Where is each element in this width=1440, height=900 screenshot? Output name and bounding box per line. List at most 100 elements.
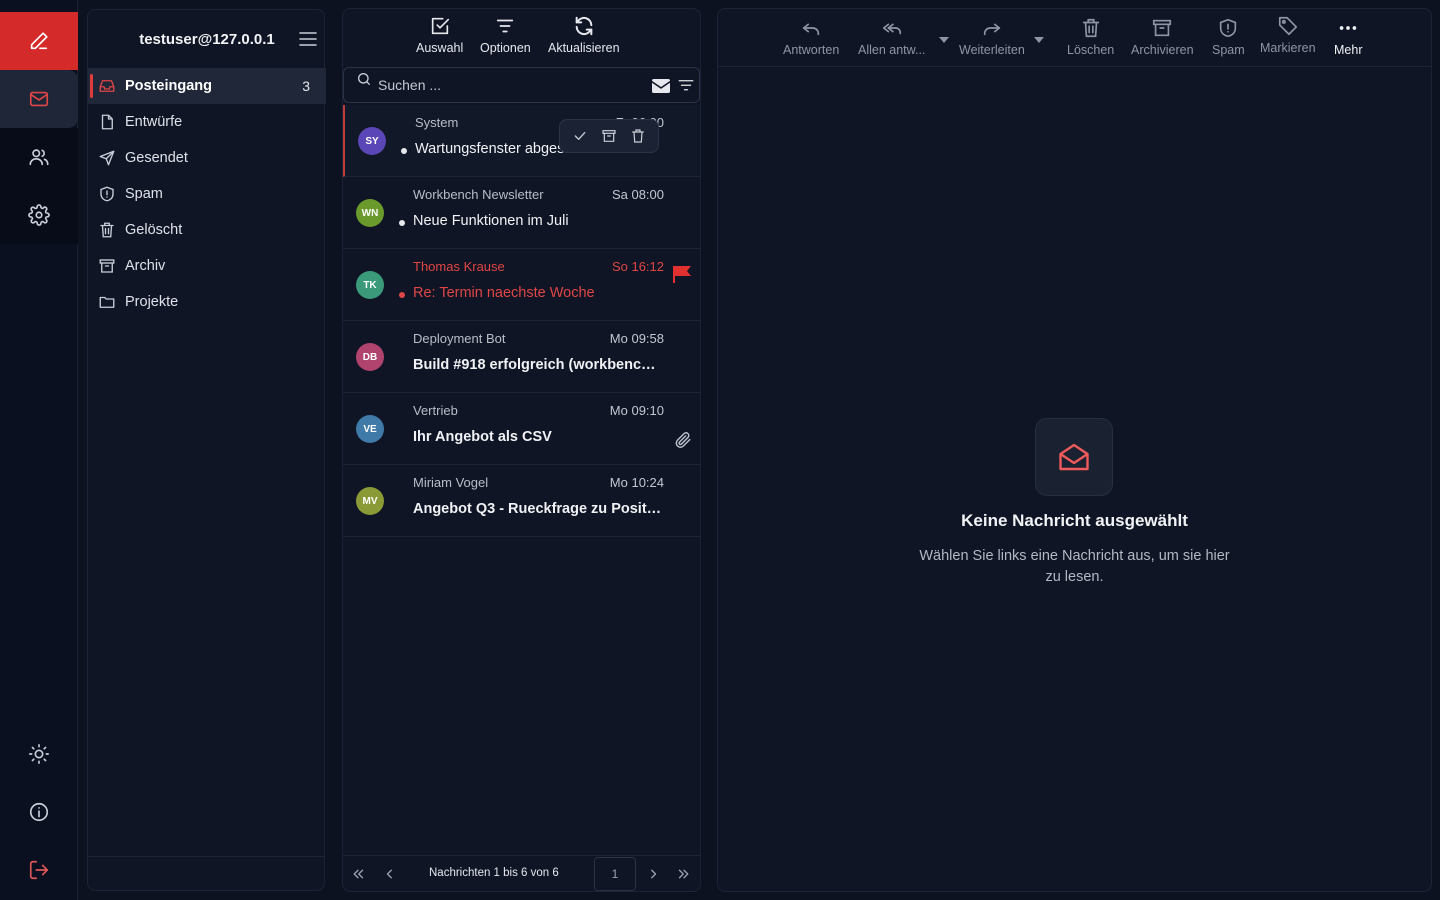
- empty-state-text: Wählen Sie links eine Nachricht aus, um …: [919, 548, 1230, 585]
- message-subject: Angebot Q3 - Rueckfrage zu Positionen: [413, 501, 663, 517]
- trash-icon[interactable]: [630, 128, 646, 144]
- message-sender: System: [415, 115, 459, 130]
- logout-button[interactable]: [0, 841, 78, 899]
- message-subject: Ihr Angebot als CSV: [413, 429, 552, 445]
- unread-count: 3: [302, 78, 310, 94]
- message-row[interactable]: VE Vertrieb Mo 09:10 Ihr Angebot als CSV: [343, 393, 700, 465]
- checkbox-icon: [431, 17, 449, 35]
- next-page-icon[interactable]: [645, 865, 663, 883]
- paperclip-icon: [675, 432, 691, 448]
- mail-nav-button[interactable]: [0, 70, 78, 128]
- folder-drafts[interactable]: Entwürfe: [88, 104, 326, 140]
- message-subject: Neue Funktionen im Juli: [413, 213, 569, 229]
- folder-label: Entwürfe: [125, 114, 183, 130]
- folder-spam[interactable]: Spam: [88, 176, 326, 212]
- forward-button[interactable]: Weiterleiten: [959, 17, 1025, 65]
- flag-icon[interactable]: [672, 265, 692, 283]
- folder-icon: [99, 296, 115, 308]
- row-quick-actions: [559, 119, 659, 153]
- search-input[interactable]: Suchen ...: [378, 77, 441, 93]
- archive-icon: [99, 259, 115, 273]
- avatar: VE: [356, 415, 384, 443]
- search-box[interactable]: Suchen ...: [343, 67, 700, 103]
- chevron-down-icon[interactable]: [1034, 37, 1044, 43]
- message-date: Mo 09:10: [609, 403, 664, 418]
- more-button[interactable]: Mehr: [1334, 17, 1362, 65]
- settings-nav-button[interactable]: [0, 186, 78, 244]
- archive-button[interactable]: Archivieren: [1131, 17, 1194, 65]
- filter-icon[interactable]: [677, 77, 695, 95]
- delete-button[interactable]: Löschen: [1067, 17, 1114, 65]
- contacts-nav-button[interactable]: [0, 128, 78, 186]
- folder-label: Gelöscht: [125, 222, 183, 238]
- page-number[interactable]: 1: [594, 857, 636, 891]
- folder-label: Gesendet: [125, 150, 188, 166]
- folder-label: Posteingang: [125, 78, 213, 94]
- folder-projects[interactable]: Projekte: [88, 284, 326, 320]
- reply-all-button[interactable]: Allen antw...: [858, 17, 925, 65]
- message-row[interactable]: TK Thomas Krause So 16:12 Re: Termin nae…: [343, 249, 700, 321]
- reading-pane: Antworten Allen antw... Weiterleiten Lös…: [717, 8, 1432, 892]
- message-row[interactable]: MV Miriam Vogel Mo 10:24 Angebot Q3 - Ru…: [343, 465, 700, 537]
- check-icon[interactable]: [572, 128, 588, 144]
- trash-icon: [1082, 18, 1099, 38]
- folder-label: Spam: [125, 186, 163, 202]
- menu-icon[interactable]: [298, 30, 318, 48]
- message-row[interactable]: DB Deployment Bot Mo 09:58 Build #918 er…: [343, 321, 700, 393]
- archive-icon[interactable]: [601, 128, 617, 144]
- prev-page-icon[interactable]: [380, 865, 398, 883]
- folder-label: Archiv: [125, 258, 166, 274]
- logout-icon: [29, 860, 49, 880]
- message-sender: Thomas Krause: [413, 259, 505, 274]
- envelope-icon[interactable]: [651, 78, 671, 94]
- spam-button[interactable]: Spam: [1212, 17, 1245, 65]
- refresh-icon: [575, 16, 593, 36]
- envelope-open-icon: [1035, 418, 1113, 496]
- info-icon: [29, 802, 49, 822]
- forward-icon: [983, 23, 1001, 36]
- message-subject: Re: Termin naechste Woche: [413, 285, 595, 301]
- unread-dot: [399, 220, 405, 226]
- shield-icon: [100, 186, 114, 202]
- reply-button[interactable]: Antworten: [783, 17, 839, 65]
- mail-app: testuser@127.0.0.1 Posteingang 3 Entwürf…: [0, 0, 1440, 900]
- compose-button[interactable]: [0, 12, 78, 70]
- theme-toggle-button[interactable]: [0, 725, 78, 783]
- unread-dot: [399, 292, 405, 298]
- message-date: Mo 09:58: [609, 331, 664, 346]
- info-button[interactable]: [0, 783, 78, 841]
- nav-rail: [0, 0, 78, 900]
- message-sender: Deployment Bot: [413, 331, 506, 346]
- refresh-button[interactable]: Aktualisieren: [548, 15, 620, 63]
- sun-icon: [29, 744, 49, 764]
- reply-icon: [802, 23, 820, 36]
- avatar: SY: [358, 127, 386, 155]
- trash-icon: [100, 222, 114, 238]
- avatar: TK: [356, 271, 384, 299]
- pencil-icon: [30, 32, 48, 50]
- folder-trash[interactable]: Gelöscht: [88, 212, 326, 248]
- message-sender: Vertrieb: [413, 403, 458, 418]
- tag-icon: [1278, 16, 1297, 36]
- message-row[interactable]: WN Workbench Newsletter Sa 08:00 Neue Fu…: [343, 177, 700, 249]
- options-button[interactable]: Optionen: [480, 15, 531, 63]
- unread-dot: [401, 148, 407, 154]
- last-page-icon[interactable]: [675, 865, 693, 883]
- folder-sent[interactable]: Gesendet: [88, 140, 326, 176]
- message-list-panel: Auswahl Optionen Aktualisieren Suchen ..…: [342, 8, 701, 892]
- select-button[interactable]: Auswahl: [416, 15, 463, 63]
- message-date: Mo 10:24: [609, 475, 664, 490]
- inbox-icon: [99, 80, 115, 92]
- account-email: testuser@127.0.0.1: [139, 30, 275, 48]
- first-page-icon[interactable]: [349, 865, 367, 883]
- message-date: So 16:12: [611, 259, 664, 274]
- pagination-text: Nachrichten 1 bis 6 von 6: [429, 867, 559, 879]
- message-sender: Miriam Vogel: [413, 475, 489, 490]
- chevron-down-icon[interactable]: [939, 37, 949, 43]
- folder-archive[interactable]: Archiv: [88, 248, 326, 284]
- mark-button[interactable]: Markieren: [1260, 15, 1316, 63]
- avatar: DB: [356, 343, 384, 371]
- message-row[interactable]: SY System Fr 06:00 Wartungsfenster abges…: [343, 105, 700, 177]
- send-icon: [99, 150, 115, 166]
- folder-inbox[interactable]: Posteingang 3: [88, 68, 326, 104]
